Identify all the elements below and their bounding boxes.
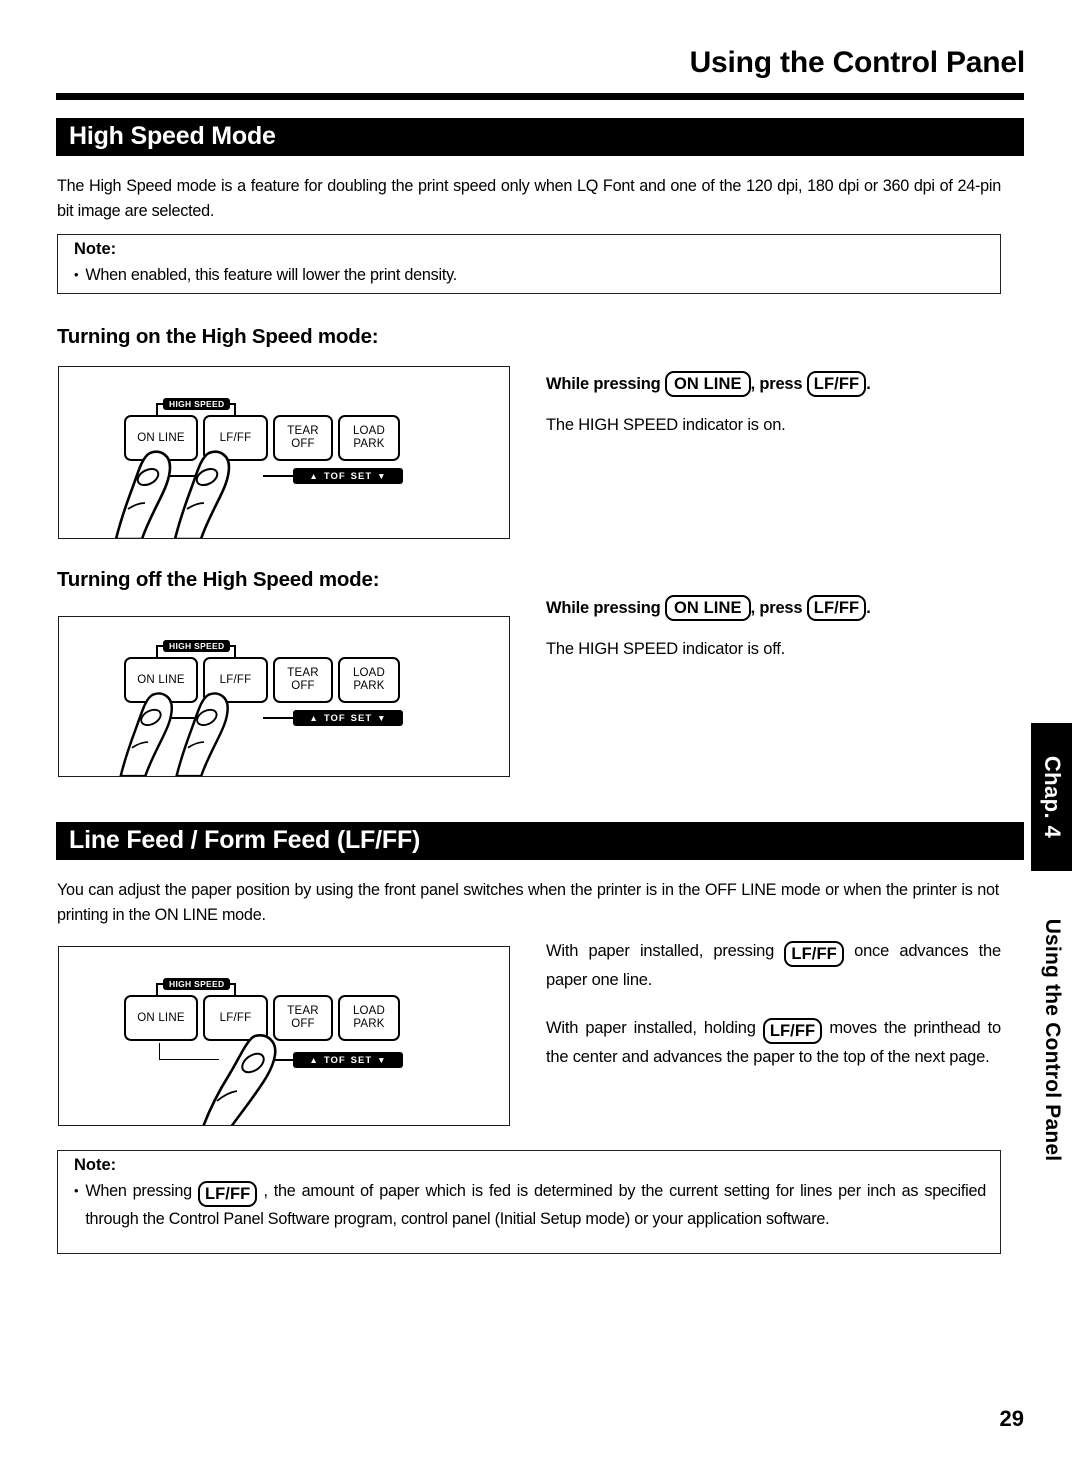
tof-label: TOF <box>323 1054 346 1066</box>
chapter-side-label: Using the Control Panel <box>1041 918 1064 1162</box>
high-speed-indicator-label: HIGH SPEED <box>163 640 231 652</box>
note-box-line-feed: Note: • When pressing LF/FF , the amount… <box>57 1150 1001 1254</box>
panel-button-label-line1: TEAR <box>287 425 319 437</box>
lf-paragraph-1: With paper installed, pressing LF/FF onc… <box>546 938 1001 993</box>
note-text: When pressing LF/FF , the amount of pape… <box>85 1179 986 1232</box>
instruction-turning-off: While pressing ON LINE , press LF/FF . T… <box>546 595 996 662</box>
triangle-down-icon: ▼ <box>377 471 387 481</box>
panel-button-label-line1: LF/FF <box>219 673 252 686</box>
panel-button-label-line1: LF/FF <box>219 431 252 444</box>
figure-control-panel-turning-on: HIGH SPEED ON LINE LF/FF TEAR OFF LOAD P… <box>58 366 510 539</box>
document-page: Using the Control Panel High Speed Mode … <box>0 0 1080 1471</box>
panel-button-label-line2: PARK <box>353 1018 385 1030</box>
panel-button-label-line1: LOAD <box>352 667 386 679</box>
section-header-label: Line Feed / Form Feed (LF/FF) <box>69 825 421 854</box>
lf-paragraph-2: With paper installed, holding LF/FF move… <box>546 1015 1001 1070</box>
high-speed-indicator-label: HIGH SPEED <box>163 978 231 990</box>
instruction-suffix: . <box>866 599 871 617</box>
panel-button-label-line1: LOAD <box>352 1005 386 1017</box>
panel-button-label-line2: OFF <box>291 1018 315 1030</box>
key-lf-ff: LF/FF <box>784 941 844 967</box>
section-header-label: High Speed Mode <box>69 121 276 150</box>
set-label: SET <box>350 470 373 482</box>
instruction-middle: , press <box>750 375 803 393</box>
page-title: Using the Control Panel <box>689 46 1026 79</box>
panel-button-label-line2: OFF <box>291 680 315 692</box>
hand-finger-illustration <box>119 692 229 776</box>
note-label: Note: <box>74 240 117 258</box>
key-lf-ff: LF/FF <box>197 1181 258 1207</box>
instruction-turning-on: While pressing ON LINE , press LF/FF . T… <box>546 371 996 438</box>
instruction-result: The HIGH SPEED indicator is on. <box>546 416 786 434</box>
figure-control-panel-turning-off: HIGH SPEED ON LINE LF/FF TEAR OFF LOAD P… <box>58 616 510 777</box>
instruction-line-feed: With paper installed, pressing LF/FF onc… <box>546 938 1001 1070</box>
note-label: Note: <box>74 1156 117 1174</box>
lf-para2-text-a: With paper installed, holding <box>546 1019 756 1037</box>
panel-button-label-line2: OFF <box>291 438 315 450</box>
key-lf-ff: LF/FF <box>762 1018 823 1044</box>
panel-button-load-park[interactable]: LOAD PARK <box>338 657 400 703</box>
triangle-down-icon: ▼ <box>377 713 387 723</box>
bullet-icon: • <box>74 267 79 282</box>
instruction-prefix: While pressing <box>546 599 661 617</box>
panel-button-label-line1: ON LINE <box>137 431 185 444</box>
high-speed-indicator-label: HIGH SPEED <box>163 398 231 410</box>
hand-finger-illustration <box>114 450 231 538</box>
panel-button-label-line1: ON LINE <box>137 673 185 686</box>
triangle-down-icon: ▼ <box>377 1055 387 1065</box>
hand-finger-illustration <box>202 1034 277 1125</box>
key-on-line: ON LINE <box>664 371 751 397</box>
instruction-middle: , press <box>750 599 803 617</box>
panel-button-label-line1: TEAR <box>287 667 319 679</box>
panel-button-label-line2: PARK <box>353 438 385 450</box>
chapter-tab: Chap. 4 <box>1031 723 1072 871</box>
instruction-suffix: . <box>866 375 871 393</box>
panel-button-load-park[interactable]: LOAD PARK <box>338 415 400 461</box>
note-box-high-speed: Note: • When enabled, this feature will … <box>57 234 1001 294</box>
tof-label: TOF <box>323 470 346 482</box>
panel-button-label-line1: LOAD <box>352 425 386 437</box>
line-feed-intro-paragraph: You can adjust the paper position by usi… <box>57 881 999 924</box>
panel-button-load-park[interactable]: LOAD PARK <box>338 995 400 1041</box>
note-text: When enabled, this feature will lower th… <box>85 266 458 284</box>
instruction-prefix: While pressing <box>546 375 661 393</box>
tof-label: TOF <box>323 712 346 724</box>
triangle-up-icon: ▲ <box>309 713 319 723</box>
note-text-a: When pressing <box>85 1182 192 1200</box>
figure-control-panel-line-feed: HIGH SPEED ON LINE LF/FF TEAR OFF LOAD P… <box>58 946 510 1126</box>
panel-button-on-line[interactable]: ON LINE <box>124 995 198 1041</box>
chapter-tab-label: Chap. 4 <box>1039 755 1065 839</box>
note-body: • When enabled, this feature will lower … <box>74 263 986 288</box>
chapter-side-label-container: Using the Control Panel <box>1035 900 1069 1180</box>
key-on-line: ON LINE <box>664 595 751 621</box>
header-rule <box>56 93 1024 100</box>
set-label: SET <box>350 712 373 724</box>
key-lf-ff: LF/FF <box>806 371 867 397</box>
bullet-icon: • <box>74 1183 79 1198</box>
panel-button-label-line2: PARK <box>353 680 385 692</box>
tof-set-bar[interactable]: ▲ TOF SET ▼ <box>293 710 403 726</box>
set-label: SET <box>350 1054 373 1066</box>
high-speed-intro-paragraph: The High Speed mode is a feature for dou… <box>57 177 1001 220</box>
subheading-turning-off: Turning off the High Speed mode: <box>57 568 380 591</box>
tof-set-bar[interactable]: ▲ TOF SET ▼ <box>293 468 403 484</box>
triangle-up-icon: ▲ <box>309 471 319 481</box>
instruction-result: The HIGH SPEED indicator is off. <box>546 640 786 658</box>
panel-button-label-line1: LF/FF <box>219 1011 252 1024</box>
subheading-turning-on: Turning on the High Speed mode: <box>57 325 379 348</box>
key-lf-ff: LF/FF <box>806 595 867 621</box>
note-body: • When pressing LF/FF , the amount of pa… <box>74 1179 986 1232</box>
panel-button-label-line1: ON LINE <box>137 1011 185 1024</box>
lf-para1-text-a: With paper installed, pressing <box>546 942 775 960</box>
page-number: 29 <box>999 1406 1024 1431</box>
panel-button-label-line1: TEAR <box>287 1005 319 1017</box>
section-header-high-speed-mode: High Speed Mode <box>56 118 1024 156</box>
section-header-line-feed-form-feed: Line Feed / Form Feed (LF/FF) <box>56 822 1024 860</box>
